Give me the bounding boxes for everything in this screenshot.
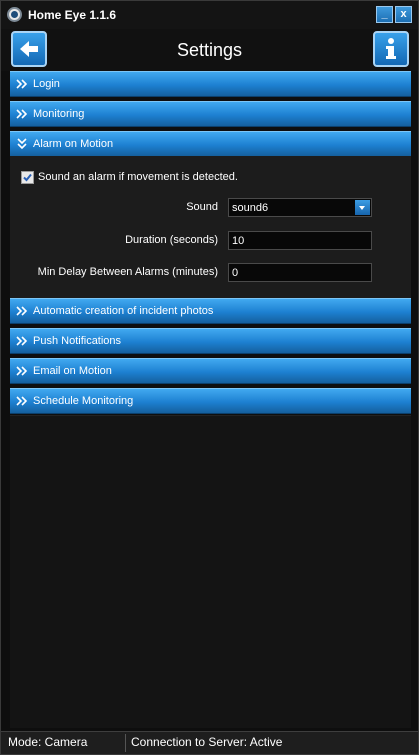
min-delay-input[interactable]: 0 <box>228 263 372 282</box>
section-label: Automatic creation of incident photos <box>33 305 214 317</box>
section-monitoring[interactable]: Monitoring <box>10 101 411 127</box>
sound-alarm-label: Sound an alarm if movement is detected. <box>38 171 238 183</box>
double-chevron-right-icon <box>16 336 28 346</box>
duration-label: Duration (seconds) <box>125 234 218 246</box>
section-email-on-motion[interactable]: Email on Motion <box>10 358 411 384</box>
info-button[interactable] <box>373 31 409 67</box>
checkmark-icon <box>23 173 32 182</box>
double-chevron-right-icon <box>16 79 28 89</box>
section-label: Email on Motion <box>33 365 112 377</box>
page-title: Settings <box>176 40 243 60</box>
status-bar: Mode: Camera Connection to Server: Activ… <box>1 731 418 754</box>
section-alarm-on-motion[interactable]: Alarm on Motion <box>10 131 411 157</box>
double-chevron-right-icon <box>16 109 28 119</box>
section-label: Push Notifications <box>33 335 122 347</box>
title-bar[interactable]: Home Eye 1.1.6 _ x <box>1 1 418 29</box>
sound-alarm-checkbox[interactable] <box>21 171 34 184</box>
alarm-settings-panel: Sound an alarm if movement is detected. … <box>10 156 411 299</box>
connection-status: Connection to Server: Active <box>131 735 283 749</box>
sound-select-value: sound6 <box>232 202 269 214</box>
app-window: Home Eye 1.1.6 _ x Settings Login Monito… <box>0 0 419 755</box>
minimize-button[interactable]: _ <box>376 6 393 23</box>
section-push-notifications[interactable]: Push Notifications <box>10 328 411 354</box>
duration-input[interactable]: 10 <box>228 231 372 250</box>
header: Settings <box>1 29 418 71</box>
chevron-down-icon[interactable] <box>355 200 370 215</box>
sound-label: Sound <box>186 201 218 213</box>
mode-status: Mode: Camera <box>8 735 88 749</box>
window-title: Home Eye 1.1.6 <box>28 8 117 22</box>
status-divider <box>125 734 126 752</box>
sound-select[interactable]: sound6 <box>228 198 372 217</box>
section-label: Login <box>33 78 60 90</box>
double-chevron-down-icon <box>17 138 27 150</box>
camera-icon <box>7 7 22 22</box>
section-label: Monitoring <box>33 108 85 120</box>
empty-content-area <box>10 415 411 728</box>
info-icon <box>386 38 396 59</box>
section-incident-photos[interactable]: Automatic creation of incident photos <box>10 298 411 324</box>
close-button[interactable]: x <box>395 6 412 23</box>
double-chevron-right-icon <box>16 396 28 406</box>
double-chevron-right-icon <box>16 306 28 316</box>
section-label: Schedule Monitoring <box>33 395 134 407</box>
section-label: Alarm on Motion <box>33 138 114 150</box>
section-schedule-monitoring[interactable]: Schedule Monitoring <box>10 388 411 414</box>
min-delay-label: Min Delay Between Alarms (minutes) <box>37 266 218 278</box>
section-login[interactable]: Login <box>10 71 411 97</box>
double-chevron-right-icon <box>16 366 28 376</box>
